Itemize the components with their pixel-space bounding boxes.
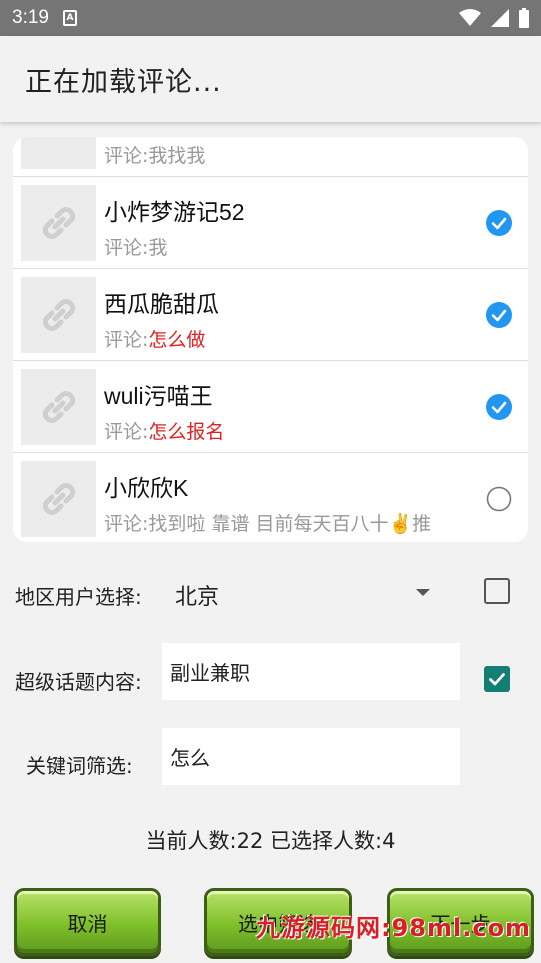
user-name: 小欣欣K (104, 475, 189, 501)
region-label: 地区用户选择: (15, 585, 142, 609)
watermark: 九游源码网:98ml.com (256, 914, 532, 942)
comment-text: 评论:找到啦 靠谱 目前每天百八十✌️推 (104, 513, 432, 535)
avatar (21, 461, 96, 537)
image-placeholder-icon (42, 207, 75, 239)
status-time: 3:19 (12, 7, 49, 28)
list-item[interactable]: 评论:我找我 (13, 137, 528, 177)
battery-icon (519, 8, 529, 28)
topic-label: 超级话题内容: (15, 670, 142, 694)
check-circle-icon[interactable] (486, 394, 512, 420)
topic-checkbox[interactable] (484, 666, 510, 692)
cancel-button[interactable]: 取消 (14, 888, 161, 956)
avatar (21, 277, 96, 353)
image-placeholder-icon (42, 299, 75, 331)
avatar (21, 137, 96, 169)
avatar (21, 185, 96, 261)
comment-text: 评论:怎么做 (104, 329, 206, 351)
avatar (21, 369, 96, 445)
signal-icon (491, 9, 509, 27)
comment-text: 评论:我 (104, 237, 168, 259)
chevron-down-icon[interactable] (416, 589, 430, 596)
image-placeholder-icon (42, 483, 75, 515)
list-item[interactable]: wuli污喵王 评论:怎么报名 (13, 361, 528, 453)
region-select[interactable]: 北京 (175, 579, 219, 611)
region-checkbox[interactable] (484, 578, 510, 604)
list-item[interactable]: 西瓜脆甜瓜 评论:怎么做 (13, 269, 528, 361)
list-item[interactable]: 小炸梦游记52 评论:我 (13, 177, 528, 269)
notification-a-icon: A (62, 10, 77, 26)
radio-unchecked-icon[interactable] (486, 486, 512, 512)
page-title: 正在加载评论... (25, 66, 222, 98)
status-bar: 3:19 A (0, 0, 541, 36)
list-item[interactable]: 小欣欣K 评论:找到啦 靠谱 目前每天百八十✌️推 (13, 453, 528, 542)
check-circle-icon[interactable] (486, 302, 512, 328)
keyword-label: 关键词筛选: (26, 754, 133, 778)
topic-input[interactable] (162, 643, 460, 700)
comment-text: 评论:怎么报名 (104, 421, 225, 443)
status-icons (459, 8, 529, 28)
selection-summary: 当前人数:22 已选择人数:4 (145, 829, 396, 853)
comment-list[interactable]: 评论:我找我 小炸梦游记52 评论:我 西瓜脆甜瓜 评论:怎么做 wuli污喵王… (13, 137, 528, 542)
keyword-input[interactable] (162, 728, 460, 785)
user-name: wuli污喵王 (104, 383, 213, 409)
image-placeholder-icon (42, 391, 75, 423)
wifi-icon (459, 9, 481, 26)
check-icon (489, 673, 505, 686)
check-circle-icon[interactable] (486, 210, 512, 236)
user-name: 西瓜脆甜瓜 (104, 291, 219, 317)
app-bar: 正在加载评论... (0, 36, 541, 122)
user-name: 小炸梦游记52 (104, 199, 245, 225)
comment-text: 评论:我找我 (104, 145, 206, 167)
